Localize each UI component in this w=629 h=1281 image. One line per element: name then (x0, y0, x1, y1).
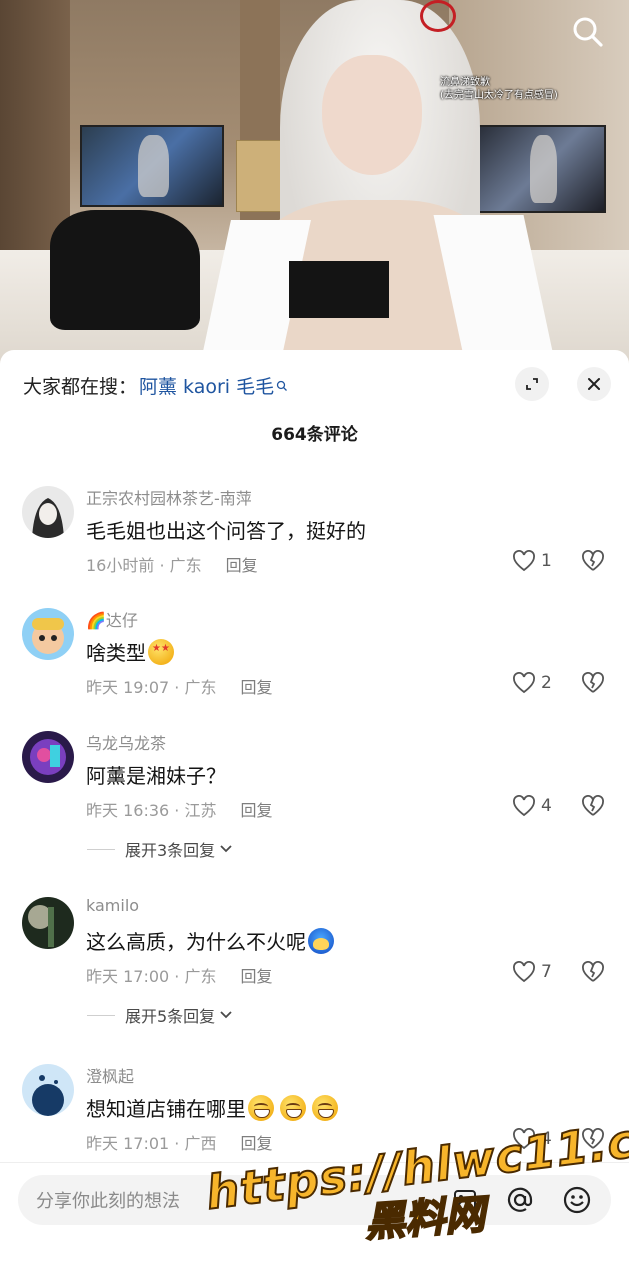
comment-text: 毛毛姐也出这个问答了，挺好的 (86, 519, 366, 543)
video-background (236, 140, 284, 212)
avatar[interactable] (22, 1064, 74, 1116)
comment-time-location: 16小时前 · 广东 (86, 556, 202, 575)
video-background (240, 0, 280, 250)
dislike-button[interactable] (581, 550, 605, 576)
like-button[interactable]: 4 (512, 795, 552, 817)
comment-time-location: 昨天 17:00 · 广东 (86, 967, 217, 986)
heart-icon (513, 550, 535, 572)
comment-meta: 16小时前 · 广东 回复 (86, 552, 258, 576)
broken-heart-icon (582, 795, 604, 816)
hot-search-label: 大家都在搜： (23, 376, 138, 398)
dislike-button[interactable] (581, 795, 605, 821)
comment-count: 664条评论 (271, 425, 358, 445)
comment-username[interactable]: 🌈达仔 (86, 607, 138, 631)
comment-text: 想知道店铺在哪里 (86, 1093, 338, 1122)
like-button[interactable]: 1 (512, 550, 552, 572)
comment-username[interactable]: 正宗农村园林茶艺-南萍 (86, 485, 252, 509)
like-button[interactable]: 2 (512, 672, 552, 694)
heart-icon (513, 795, 535, 817)
like-count: 1 (541, 551, 552, 571)
star-struck-emoji-icon (148, 638, 174, 665)
search-icon (276, 380, 288, 391)
comment-username[interactable]: kamilo (86, 896, 139, 915)
close-icon[interactable] (577, 367, 611, 401)
expand-replies-button[interactable]: 展开5条回复 (87, 1003, 232, 1027)
grin-emoji-icon (248, 1094, 274, 1121)
avatar[interactable] (22, 897, 74, 949)
comment-text: 这么高质，为什么不火呢 (86, 926, 334, 955)
comment-text: 阿薰是湘妹子？ (86, 764, 226, 788)
expand-replies-button[interactable]: 展开3条回复 (87, 837, 232, 861)
heart-icon (513, 961, 535, 983)
avatar[interactable] (22, 731, 74, 783)
hot-search-bar[interactable]: 大家都在搜： 阿薰 kaori 毛毛 (23, 372, 288, 399)
video-subject (420, 0, 456, 32)
expand-replies-label: 展开3条回复 (125, 841, 216, 860)
reply-button[interactable]: 回复 (240, 801, 272, 820)
video-subject (322, 55, 422, 175)
video-background (50, 210, 200, 330)
comment-text: 啥类型 (86, 637, 174, 666)
chevron-down-icon (220, 845, 232, 853)
broken-heart-icon (582, 672, 604, 693)
censor-block (289, 261, 389, 318)
like-count: 4 (541, 796, 552, 816)
like-button[interactable]: 7 (512, 961, 552, 983)
avatar[interactable] (22, 608, 74, 660)
comment-meta: 昨天 16:36 · 江苏 回复 (86, 797, 272, 821)
grin-emoji-icon (280, 1094, 306, 1121)
expand-replies-label: 展开5条回复 (125, 1007, 216, 1026)
comment-meta: 昨天 17:00 · 广东 回复 (86, 963, 272, 987)
video-poster (80, 125, 224, 207)
grin-emoji-icon (312, 1094, 338, 1121)
broken-heart-icon (582, 550, 604, 571)
hot-search-keyword[interactable]: 阿薰 kaori 毛毛 (139, 372, 274, 399)
comment-username[interactable]: 澄枫起 (86, 1063, 134, 1087)
heart-icon (513, 672, 535, 694)
blue-hair-emoji-icon (308, 927, 334, 954)
broken-heart-icon (582, 961, 604, 982)
video-poster (478, 125, 606, 213)
avatar[interactable] (22, 486, 74, 538)
dislike-button[interactable] (581, 961, 605, 987)
comment-meta: 昨天 19:07 · 广东 回复 (86, 674, 272, 698)
video-player[interactable]: 流鼻涕致歉 (去完雪山太冷了有点感冒) (0, 0, 629, 370)
reply-button[interactable]: 回复 (240, 678, 272, 697)
watermark: https://hlwc11.com 黑料网 (202, 1103, 629, 1248)
reply-button[interactable]: 回复 (226, 556, 258, 575)
dislike-button[interactable] (581, 672, 605, 698)
expand-icon[interactable] (515, 367, 549, 401)
reply-button[interactable]: 回复 (240, 967, 272, 986)
comment-time-location: 昨天 19:07 · 广东 (86, 678, 217, 697)
comment-time-location: 昨天 17:01 · 广西 (86, 1134, 217, 1153)
like-count: 2 (541, 673, 552, 693)
video-caption-overlay: 流鼻涕致歉 (去完雪山太冷了有点感冒) (440, 77, 558, 101)
chevron-down-icon (220, 1011, 232, 1019)
comment-username[interactable]: 乌龙乌龙茶 (86, 730, 166, 754)
comment-time-location: 昨天 16:36 · 江苏 (86, 801, 217, 820)
search-icon[interactable] (570, 14, 606, 50)
like-count: 7 (541, 962, 552, 982)
